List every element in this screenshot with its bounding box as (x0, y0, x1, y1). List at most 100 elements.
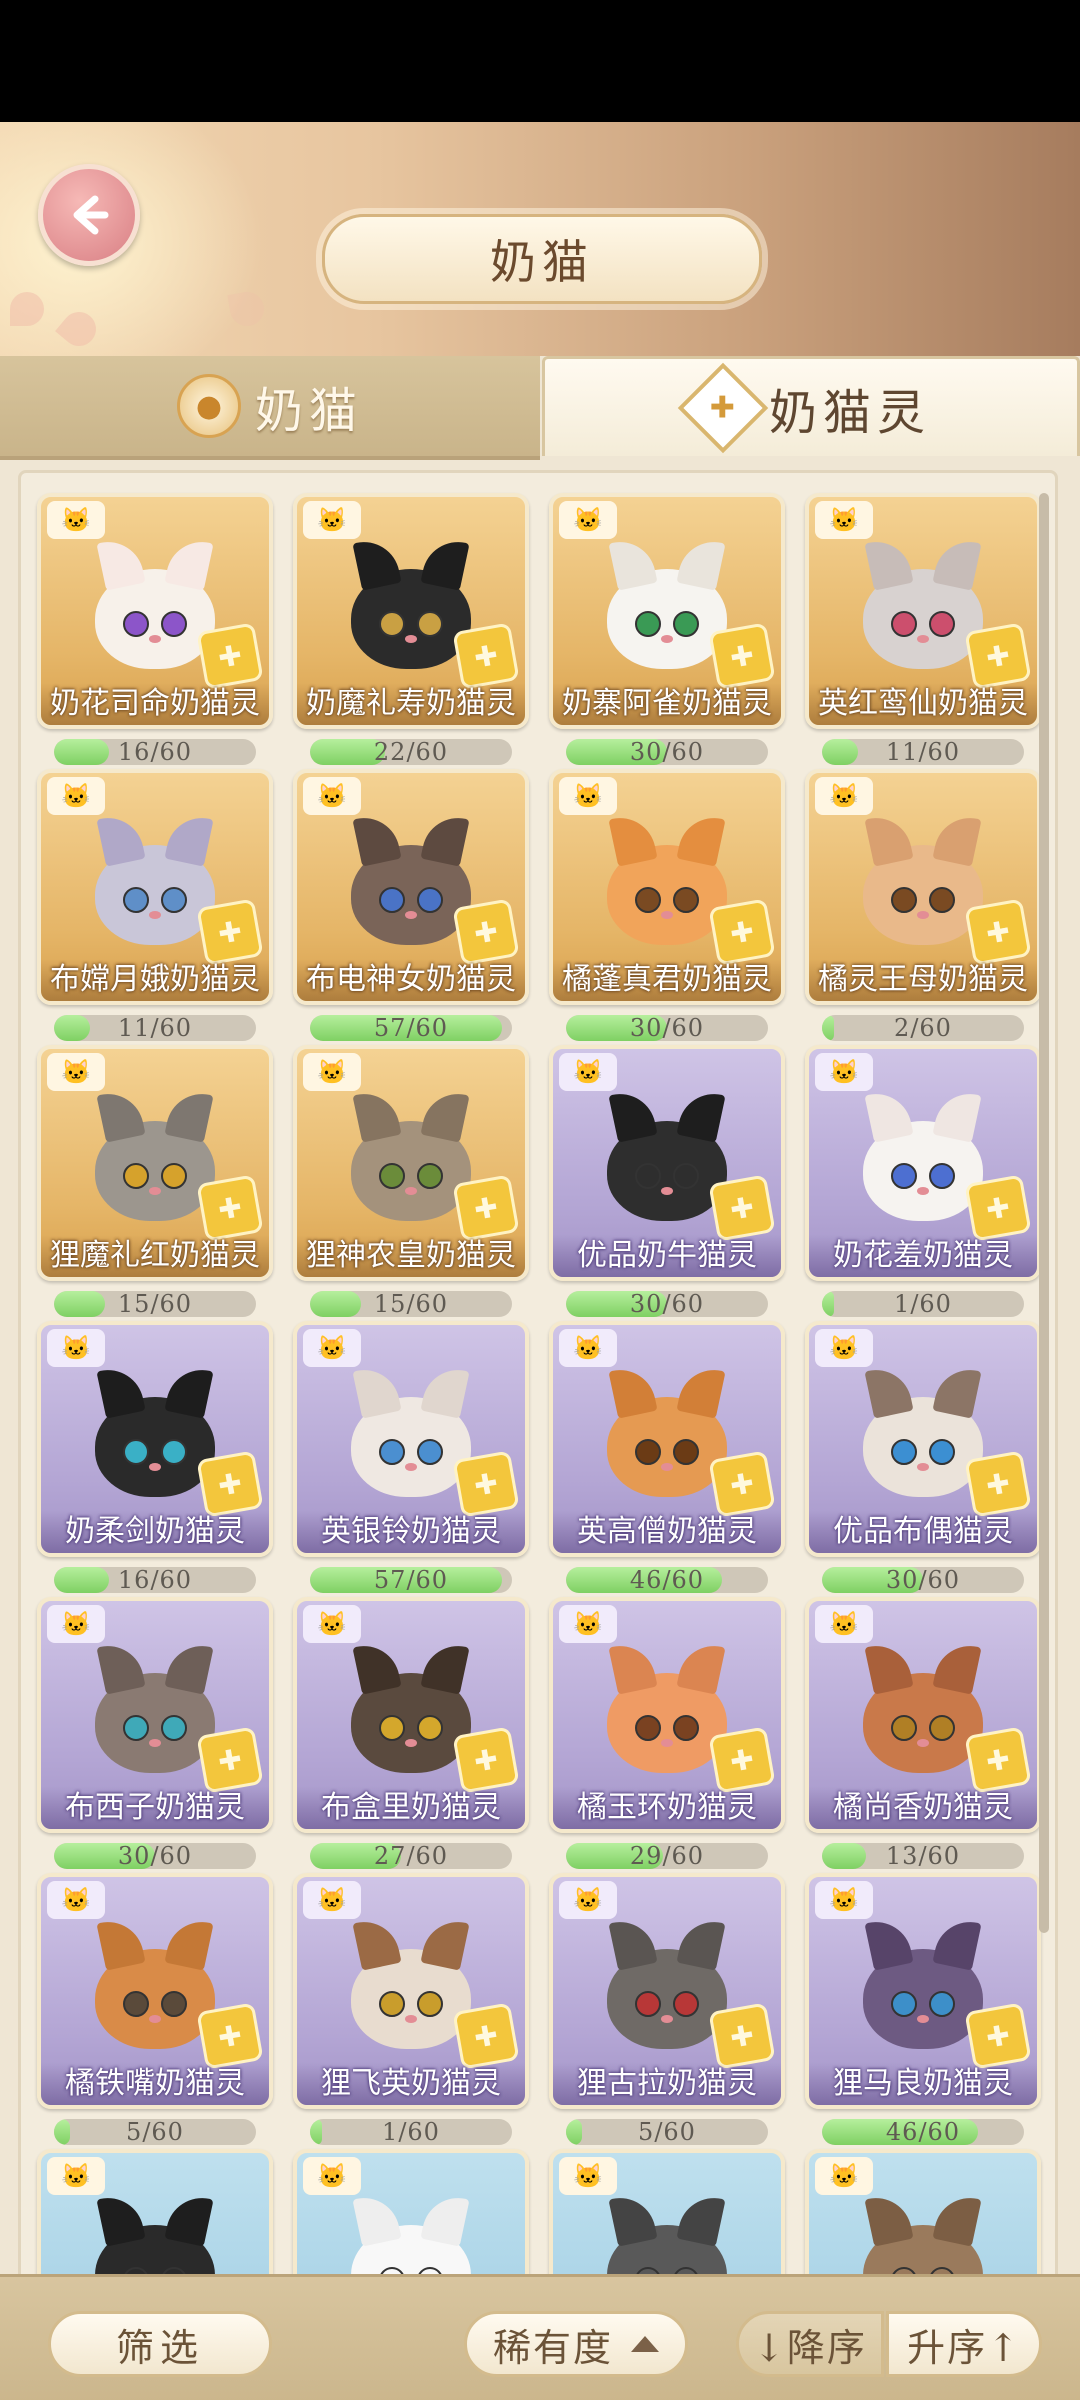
cat-eye (123, 1991, 149, 2017)
fragment-progress-bar: 57/60 (310, 1015, 512, 1041)
cat-type-icon: 🐱 (815, 1605, 873, 1643)
cat-spirit-card[interactable]: 🐱 ✚ 奶花羞奶猫灵 1/60 (805, 1045, 1041, 1317)
cat-eye (161, 1991, 187, 2017)
cat-spirit-card[interactable]: 🐱 ✚ 布西子奶猫灵 30/60 (37, 1597, 273, 1869)
cat-eye (123, 1439, 149, 1465)
cat-spirit-grid[interactable]: 🐱 ✚ 奶花司命奶猫灵 16/60 🐱 ✚ 奶魔礼寿奶猫灵 22/60 🐱 ✚ 奶寨阿雀奶猫灵 30/… (18, 470, 1058, 2380)
sort-ascending-button[interactable]: 升序↑ (886, 2311, 1042, 2377)
cat-eye (161, 1715, 187, 1741)
cat-ear (676, 1363, 726, 1419)
cat-portrait-image (607, 535, 727, 669)
cat-type-icon: 🐱 (303, 1329, 361, 1367)
cat-eye (123, 611, 149, 637)
cat-spirit-card[interactable]: 🐱 ✚ 橘玉环奶猫灵 29/60 (549, 1597, 785, 1869)
cat-spirit-card[interactable]: 🐱 ✚ 橘灵王母奶猫灵 2/60 (805, 769, 1041, 1041)
cat-ear (352, 1363, 402, 1419)
tab-label: 奶猫灵 (768, 384, 931, 441)
cat-eye (891, 887, 917, 913)
fragment-progress-bar: 13/60 (822, 1843, 1024, 1869)
puzzle-piece-icon: ✚ (708, 1174, 776, 1242)
card-portrait: 🐱 ✚ 狸古拉奶猫灵 (549, 1873, 785, 2109)
sort-descending-button[interactable]: ↓降序 (736, 2311, 884, 2377)
cat-type-icon: 🐱 (47, 1329, 105, 1367)
cat-eye (635, 887, 661, 913)
cat-spirit-card[interactable]: 🐱 ✚ 橘铁嘴奶猫灵 5/60 (37, 1873, 273, 2145)
cat-type-icon: 🐱 (47, 501, 105, 539)
card-portrait: 🐱 ✚ 优品布偶猫灵 (805, 1321, 1041, 1557)
tab-milk-cat-spirit[interactable]: ✚ 奶猫灵 (542, 356, 1080, 456)
cat-spirit-card[interactable]: 🐱 ✚ 奶花司命奶猫灵 16/60 (37, 493, 273, 765)
cat-spirit-card[interactable]: 🐱 ✚ 英红鸾仙奶猫灵 11/60 (805, 493, 1041, 765)
cat-ear (932, 535, 982, 591)
cat-nose (405, 635, 417, 643)
bottom-toolbar: 筛选 稀有度 ↓降序 升序↑ (0, 2274, 1080, 2400)
puzzle-piece-icon: ✚ (452, 1726, 520, 1794)
cat-spirit-card[interactable]: 🐱 ✚ 奶柔剑奶猫灵 16/60 (37, 1321, 273, 1593)
cat-portrait-image (607, 811, 727, 945)
card-name: 优品奶牛猫灵 (553, 1235, 781, 1277)
cat-portrait-image (607, 1639, 727, 1773)
card-portrait: 🐱 ✚ 布盒里奶猫灵 (293, 1597, 529, 1833)
cat-nose (661, 2015, 673, 2023)
cat-ear (352, 535, 402, 591)
cat-type-icon: 🐱 (47, 2157, 105, 2195)
cat-ear (96, 1087, 146, 1143)
sort-asc-label: 升序↑ (907, 2325, 1021, 2370)
cat-spirit-card[interactable]: 🐱 ✚ 橘蓬真君奶猫灵 30/60 (549, 769, 785, 1041)
card-portrait: 🐱 ✚ 布西子奶猫灵 (37, 1597, 273, 1833)
cat-spirit-card[interactable]: 🐱 ✚ 布电神女奶猫灵 57/60 (293, 769, 529, 1041)
cat-spirit-card[interactable]: 🐱 ✚ 布盒里奶猫灵 27/60 (293, 1597, 529, 1869)
scrollbar[interactable] (1039, 493, 1049, 1933)
cat-ear (352, 811, 402, 867)
cat-spirit-card[interactable]: 🐱 ✚ 优品奶牛猫灵 30/60 (549, 1045, 785, 1317)
cat-portrait-image (607, 1363, 727, 1497)
puzzle-piece-icon: ✚ (964, 1174, 1032, 1242)
triangle-up-icon (631, 2336, 659, 2352)
tab-milk-cat[interactable]: ● 奶猫 (0, 356, 540, 460)
back-button[interactable] (38, 164, 140, 266)
cat-portrait-image (863, 1363, 983, 1497)
fragment-progress-bar: 29/60 (566, 1843, 768, 1869)
cat-nose (917, 1187, 929, 1195)
puzzle-piece-icon: ✚ (196, 2002, 264, 2070)
rarity-sort-button[interactable]: 稀有度 (464, 2311, 688, 2377)
cat-type-icon: 🐱 (815, 501, 873, 539)
progress-text: 1/60 (894, 1291, 952, 1317)
progress-text: 30/60 (885, 1567, 961, 1593)
cat-spirit-card[interactable]: 🐱 ✚ 橘尚香奶猫灵 13/60 (805, 1597, 1041, 1869)
cat-spirit-card[interactable]: 🐱 ✚ 英银铃奶猫灵 57/60 (293, 1321, 529, 1593)
card-portrait: 🐱 ✚ 狸马良奶猫灵 (805, 1873, 1041, 2109)
cat-spirit-card[interactable]: 🐱 ✚ 英高僧奶猫灵 46/60 (549, 1321, 785, 1593)
cat-type-icon: 🐱 (815, 1881, 873, 1919)
filter-button[interactable]: 筛选 (48, 2311, 272, 2377)
cat-ear (864, 811, 914, 867)
cat-ear (164, 811, 214, 867)
card-name: 布西子奶猫灵 (41, 1787, 269, 1829)
cat-eye (635, 1439, 661, 1465)
cat-eye (161, 1163, 187, 1189)
cat-nose (405, 1187, 417, 1195)
progress-text: 30/60 (629, 1015, 705, 1041)
cat-eye (673, 1163, 699, 1189)
cat-nose (149, 1463, 161, 1471)
cat-type-icon: 🐱 (559, 2157, 617, 2195)
cat-spirit-card[interactable]: 🐱 ✚ 布嫦月娥奶猫灵 11/60 (37, 769, 273, 1041)
cat-nose (917, 911, 929, 919)
cat-spirit-card[interactable]: 🐱 ✚ 奶魔礼寿奶猫灵 22/60 (293, 493, 529, 765)
cat-portrait-image (351, 1915, 471, 2049)
cat-eye (635, 1715, 661, 1741)
fragment-progress-bar: 30/60 (566, 739, 768, 765)
cat-spirit-card[interactable]: 🐱 ✚ 奶寨阿雀奶猫灵 30/60 (549, 493, 785, 765)
puzzle-piece-icon: ✚ (708, 1726, 776, 1794)
cat-spirit-card[interactable]: 🐱 ✚ 狸马良奶猫灵 46/60 (805, 1873, 1041, 2145)
cat-spirit-card[interactable]: 🐱 ✚ 狸古拉奶猫灵 5/60 (549, 1873, 785, 2145)
card-name: 狸魔礼红奶猫灵 (41, 1235, 269, 1277)
card-name: 奶柔剑奶猫灵 (41, 1511, 269, 1553)
cat-spirit-card[interactable]: 🐱 ✚ 狸飞英奶猫灵 1/60 (293, 1873, 529, 2145)
cat-ear (676, 1915, 726, 1971)
cat-portrait-image (95, 535, 215, 669)
cat-spirit-card[interactable]: 🐱 ✚ 优品布偶猫灵 30/60 (805, 1321, 1041, 1593)
cat-spirit-card[interactable]: 🐱 ✚ 狸神农皇奶猫灵 15/60 (293, 1045, 529, 1317)
fragment-progress-bar: 57/60 (310, 1567, 512, 1593)
cat-spirit-card[interactable]: 🐱 ✚ 狸魔礼红奶猫灵 15/60 (37, 1045, 273, 1317)
